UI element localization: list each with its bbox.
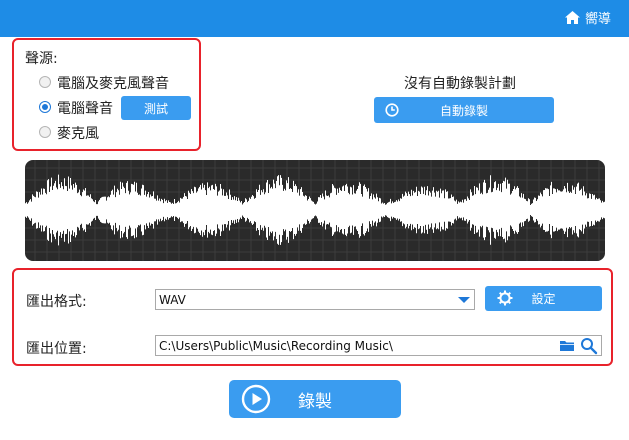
format-label: 匯出格式:: [26, 294, 87, 310]
location-value: C:\Users\Public\Music\Recording Music\: [159, 338, 393, 353]
settings-label: 設定: [531, 292, 556, 306]
record-button[interactable]: 錄製: [229, 380, 401, 418]
play-circle-icon: [241, 384, 271, 414]
format-value: WAV: [159, 292, 186, 307]
auto-record-label: 自動錄製: [439, 103, 488, 118]
radio-computer-and-mic-label[interactable]: 電腦及麥克風聲音: [57, 73, 169, 93]
gear-icon: [497, 290, 513, 306]
format-dropdown[interactable]: WAV: [155, 289, 475, 310]
schedule-status: 沒有自動錄製計劃: [404, 76, 516, 92]
settings-button[interactable]: 設定: [485, 286, 602, 311]
folder-icon[interactable]: [559, 339, 575, 352]
auto-record-button[interactable]: 自動錄製: [374, 97, 554, 123]
home-icon: [564, 11, 580, 24]
top-bar: 嚮導: [0, 0, 629, 37]
radio-microphone-label[interactable]: 麥克風: [57, 123, 99, 143]
waveform-graphic: [25, 160, 605, 261]
record-label: 錄製: [298, 391, 332, 412]
test-button[interactable]: 測試: [121, 96, 191, 120]
source-title: 聲源:: [25, 51, 58, 67]
radio-computer-label[interactable]: 電腦聲音: [57, 98, 113, 118]
radio-computer-and-mic[interactable]: [39, 76, 51, 88]
radio-computer[interactable]: [39, 101, 51, 113]
clock-icon: [385, 103, 399, 117]
location-field[interactable]: C:\Users\Public\Music\Recording Music\: [155, 335, 602, 356]
search-icon[interactable]: [580, 337, 598, 355]
radio-microphone[interactable]: [39, 126, 51, 138]
location-label: 匯出位置:: [26, 341, 87, 357]
chevron-down-icon[interactable]: [458, 297, 470, 303]
waveform-display: [25, 160, 605, 261]
guide-label: 嚮導: [584, 12, 611, 27]
guide-link[interactable]: 嚮導: [564, 8, 611, 27]
